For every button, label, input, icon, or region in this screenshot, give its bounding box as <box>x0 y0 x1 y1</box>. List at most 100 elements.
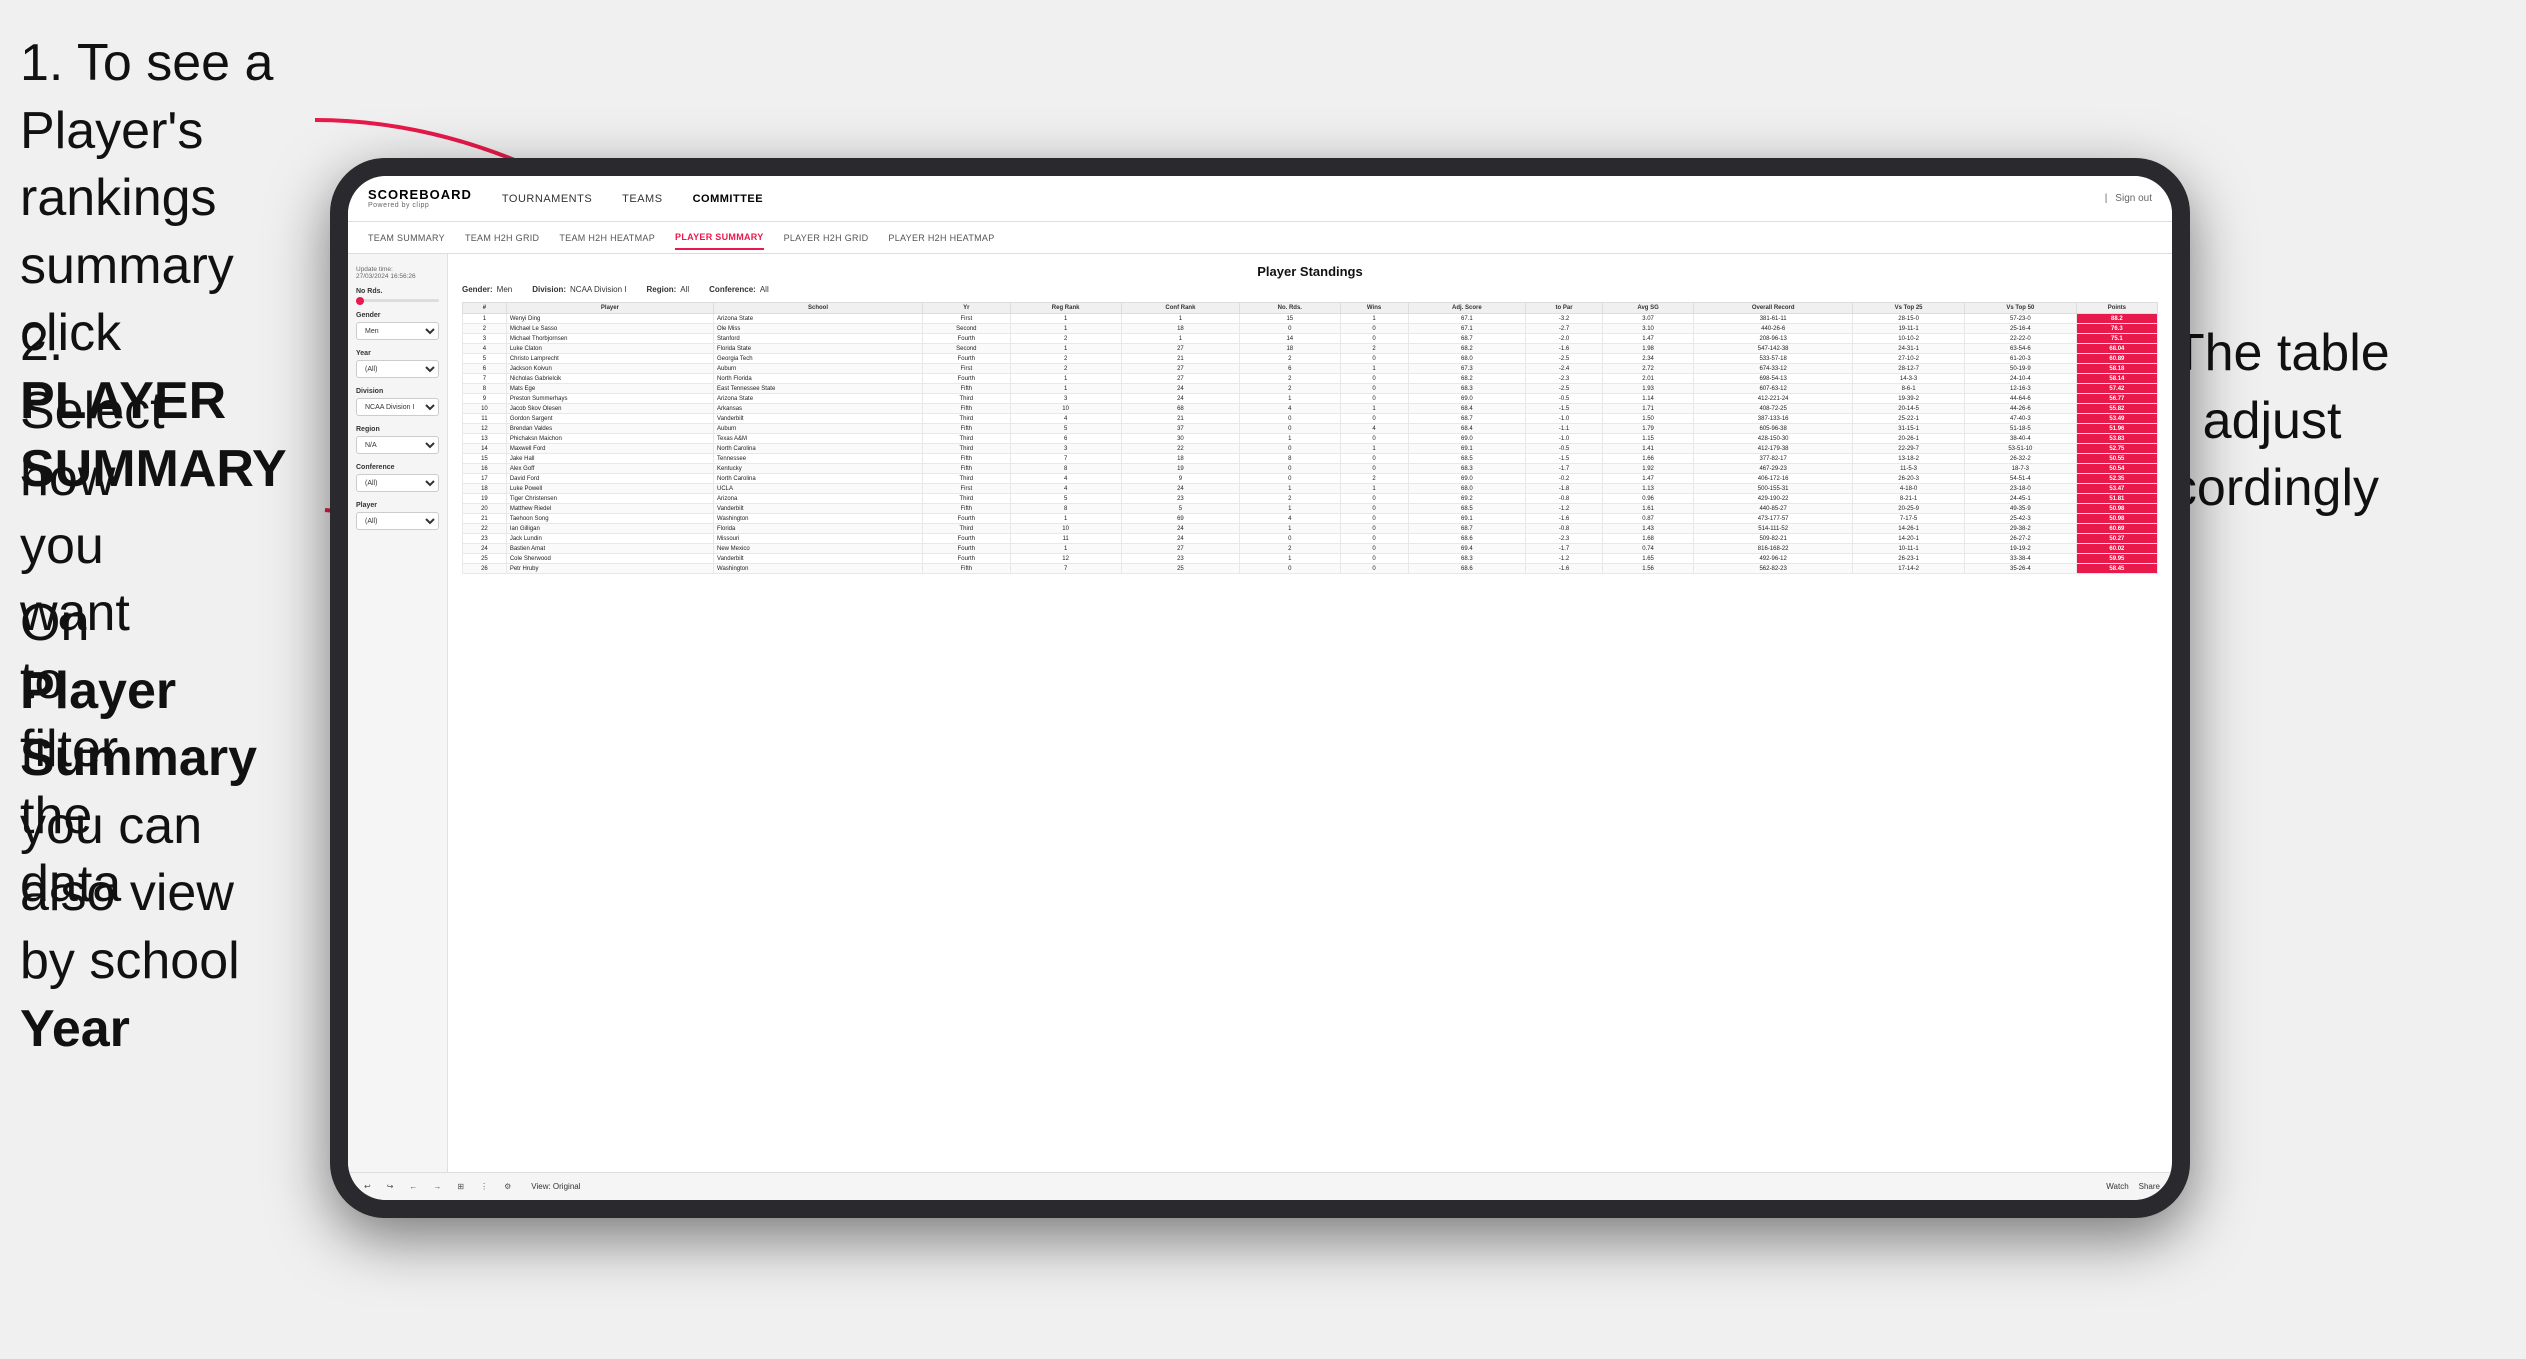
bottom-toolbar: ↩ ↪ ← → ⊞ ⋮ ⚙ View: Original Watch Share <box>348 1172 2172 1200</box>
instruction-step4: On Player Summary you can also view by s… <box>20 590 257 1063</box>
step4-bold2: Year <box>20 1000 130 1058</box>
col-wins: Wins <box>1340 303 1408 314</box>
table-row: 5Christo LamprechtGeorgia TechFourth2212… <box>463 354 2158 364</box>
toolbar-back[interactable]: ← <box>405 1180 421 1193</box>
filter-row: Gender: Men Division: NCAA Division I Re… <box>462 285 2158 294</box>
table-row: 25Cole SherwoodVanderbiltFourth12231068.… <box>463 554 2158 564</box>
col-rank: # <box>463 303 507 314</box>
nav-tournaments[interactable]: TOURNAMENTS <box>502 189 592 209</box>
step4-bold1: Player Summary <box>20 662 257 788</box>
sub-nav-player-h2h-grid[interactable]: PLAYER H2H GRID <box>784 227 869 249</box>
table-area: Player Standings Gender: Men Division: N… <box>448 254 2172 1172</box>
toolbar-undo[interactable]: ↩ <box>360 1180 375 1193</box>
table-row: 20Matthew RiedelVanderbiltFifth851068.5-… <box>463 504 2158 514</box>
table-row: 15Jake HallTennesseeFifth7188068.5-1.51.… <box>463 454 2158 464</box>
col-avg-sg: Avg SG <box>1603 303 1694 314</box>
table-row: 18Luke PowellUCLAFirst4241168.0-1.81.135… <box>463 484 2158 494</box>
col-conf-rank: Conf Rank <box>1121 303 1239 314</box>
toolbar-redo[interactable]: ↪ <box>383 1180 398 1193</box>
toolbar-forward[interactable]: → <box>429 1180 445 1193</box>
table-body: 1Wenyi DingArizona StateFirst1115167.1-3… <box>463 314 2158 574</box>
slider-thumb[interactable] <box>356 297 364 305</box>
sidebar-region: Region N/A <box>356 426 439 454</box>
region-select[interactable]: N/A <box>356 436 439 454</box>
player-select[interactable]: (All) <box>356 512 439 530</box>
sub-nav-team-summary[interactable]: TEAM SUMMARY <box>368 227 445 249</box>
app-logo: SCOREBOARD Powered by clipp <box>368 188 472 210</box>
table-row: 22Ian GilliganFloridaThird10241068.7-0.8… <box>463 524 2158 534</box>
step2-number: 2. <box>20 314 63 372</box>
toolbar-watch[interactable]: Watch <box>2106 1182 2128 1191</box>
data-table: # Player School Yr Reg Rank Conf Rank No… <box>462 302 2158 574</box>
toolbar-copy[interactable]: ⊞ <box>453 1180 468 1193</box>
filter-conference: Conference: All <box>709 285 769 294</box>
sidebar: Update time: 27/03/2024 16:56:26 No Rds.… <box>348 254 448 1172</box>
table-row: 11Gordon SargentVanderbiltThird4210068.7… <box>463 414 2158 424</box>
table-row: 21Taehoon SongWashingtonFourth1694069.1-… <box>463 514 2158 524</box>
sub-nav-player-summary[interactable]: PLAYER SUMMARY <box>675 226 764 250</box>
table-row: 17David FordNorth CarolinaThird490269.0-… <box>463 474 2158 484</box>
table-row: 8Mats EgeEast Tennessee StateFifth124206… <box>463 384 2158 394</box>
filter-gender: Gender: Men <box>462 285 512 294</box>
division-select[interactable]: NCAA Division I <box>356 398 439 416</box>
col-adj-score: Adj. Score <box>1408 303 1525 314</box>
table-row: 9Preston SummerhaysArizona StateThird324… <box>463 394 2158 404</box>
filter-region: Region: All <box>646 285 689 294</box>
table-row: 7Nicholas GabrielcikNorth FloridaFourth1… <box>463 374 2158 384</box>
table-row: 24Bastien AmatNew MexicoFourth1272069.4-… <box>463 544 2158 554</box>
year-select[interactable]: (All) <box>356 360 439 378</box>
view-label: View: Original <box>531 1182 580 1191</box>
toolbar-settings[interactable]: ⚙ <box>500 1180 515 1193</box>
table-row: 3Michael ThorbjornsenStanfordFourth21140… <box>463 334 2158 344</box>
toolbar-share[interactable]: Share <box>2139 1182 2160 1191</box>
table-row: 14Maxwell FordNorth CarolinaThird3220169… <box>463 444 2158 454</box>
app-nav: SCOREBOARD Powered by clipp TOURNAMENTS … <box>348 176 2172 222</box>
sidebar-player: Player (All) <box>356 502 439 530</box>
sidebar-division: Division NCAA Division I <box>356 388 439 416</box>
sub-nav-player-h2h-heatmap[interactable]: PLAYER H2H HEATMAP <box>888 227 994 249</box>
sign-out-link[interactable]: Sign out <box>2115 193 2152 204</box>
col-reg-rank: Reg Rank <box>1010 303 1121 314</box>
table-header-row: # Player School Yr Reg Rank Conf Rank No… <box>463 303 2158 314</box>
sidebar-conference: Conference (All) <box>356 464 439 492</box>
main-content: Update time: 27/03/2024 16:56:26 No Rds.… <box>348 254 2172 1172</box>
table-row: 10Jacob Skov OlesenArkansasFifth10684168… <box>463 404 2158 414</box>
nav-committee[interactable]: COMMITTEE <box>693 189 764 209</box>
sub-nav-team-h2h-heatmap[interactable]: TEAM H2H HEATMAP <box>559 227 655 249</box>
col-points: Points <box>2076 303 2157 314</box>
nav-teams[interactable]: TEAMS <box>622 189 662 209</box>
col-school: School <box>714 303 923 314</box>
sub-nav-team-h2h-grid[interactable]: TEAM H2H GRID <box>465 227 539 249</box>
update-time: Update time: 27/03/2024 16:56:26 <box>356 266 439 280</box>
filter-division: Division: NCAA Division I <box>532 285 626 294</box>
table-row: 13Phichaksn MaichonTexas A&MThird6301069… <box>463 434 2158 444</box>
gender-select[interactable]: Men <box>356 322 439 340</box>
table-row: 16Alex GoffKentuckyFifth8190068.3-1.71.9… <box>463 464 2158 474</box>
col-player: Player <box>506 303 713 314</box>
nav-items: TOURNAMENTS TEAMS COMMITTEE <box>502 189 2105 209</box>
table-row: 12Brendan ValdesAuburnFifth5370468.4-1.1… <box>463 424 2158 434</box>
col-yr: Yr <box>923 303 1011 314</box>
col-vs-top50: Vs Top 50 <box>1964 303 2076 314</box>
step1-number: 1. <box>20 34 63 92</box>
tablet-device: SCOREBOARD Powered by clipp TOURNAMENTS … <box>330 158 2190 1218</box>
slider-container <box>356 299 439 302</box>
conference-select[interactable]: (All) <box>356 474 439 492</box>
sidebar-no-rds: No Rds. <box>356 288 439 302</box>
toolbar-grid[interactable]: ⋮ <box>476 1180 492 1193</box>
nav-right: | Sign out <box>2105 193 2152 204</box>
table-row: 19Tiger ChristensenArizonaThird5232069.2… <box>463 494 2158 504</box>
table-row: 23Jack LundinMissouriFourth11240068.6-2.… <box>463 534 2158 544</box>
sub-nav: TEAM SUMMARY TEAM H2H GRID TEAM H2H HEAT… <box>348 222 2172 254</box>
table-title: Player Standings <box>462 264 2158 279</box>
table-row: 6Jackson KoivunAuburnFirst2276167.3-2.42… <box>463 364 2158 374</box>
table-row: 2Michael Le SassoOle MissSecond1180067.1… <box>463 324 2158 334</box>
sidebar-year: Year (All) <box>356 350 439 378</box>
table-row: 1Wenyi DingArizona StateFirst1115167.1-3… <box>463 314 2158 324</box>
sidebar-gender: Gender Men <box>356 312 439 340</box>
table-row: 4Luke ClatonFlorida StateSecond12718268.… <box>463 344 2158 354</box>
toolbar-right: Watch Share <box>2106 1182 2160 1191</box>
nav-separator: | <box>2105 193 2108 204</box>
table-row: 26Petr HrubyWashingtonFifth7250068.6-1.6… <box>463 564 2158 574</box>
col-to-par: to Par <box>1526 303 1603 314</box>
